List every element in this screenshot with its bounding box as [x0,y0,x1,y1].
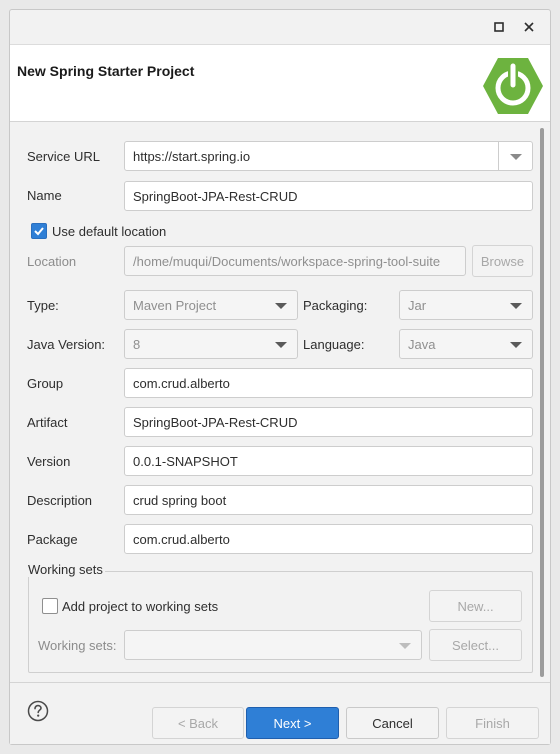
close-button[interactable] [520,18,538,36]
name-field[interactable]: SpringBoot-JPA-Rest-CRUD [124,181,533,211]
dialog-title: New Spring Starter Project [17,63,195,79]
back-button[interactable]: < Back [152,707,244,739]
working-sets-label: Working sets: [38,638,117,653]
working-sets-group-title: Working sets [26,562,105,577]
dialog-header: New Spring Starter Project [10,44,550,122]
combo-separator [498,142,499,170]
chevron-down-icon[interactable] [510,154,522,160]
type-select[interactable]: Maven Project [124,290,298,320]
chevron-down-icon[interactable] [399,643,411,649]
new-working-set-button[interactable]: New... [429,590,522,622]
packaging-value: Jar [408,297,427,313]
packaging-label: Packaging: [303,298,368,313]
chevron-down-icon[interactable] [510,303,522,309]
close-icon [524,22,534,32]
working-sets-select[interactable] [124,630,422,660]
chevron-down-icon[interactable] [275,303,287,309]
location-field[interactable]: /home/muqui/Documents/workspace-spring-t… [124,246,466,276]
checkmark-icon [34,227,44,236]
form-area: Service URL https://start.spring.io Name… [10,122,550,682]
artifact-label: Artifact [27,415,68,430]
service-url-combo[interactable]: https://start.spring.io [124,141,533,171]
version-field[interactable]: 0.0.1-SNAPSHOT [124,446,533,476]
language-value: Java [408,336,436,352]
use-default-location-label: Use default location [52,224,167,239]
language-select[interactable]: Java [399,329,533,359]
service-url-label: Service URL [27,149,100,164]
version-label: Version [27,454,71,469]
add-to-working-sets-label: Add project to working sets [62,599,219,614]
use-default-location-checkbox[interactable] [31,223,47,239]
titlebar [10,10,550,44]
package-label: Package [27,532,78,547]
chevron-down-icon[interactable] [510,342,522,348]
type-value: Maven Project [133,297,217,313]
vertical-scrollbar[interactable] [540,128,544,677]
next-button[interactable]: Next > [246,707,339,739]
browse-button[interactable]: Browse [472,245,533,277]
description-field[interactable]: crud spring boot [124,485,533,515]
service-url-value: https://start.spring.io [133,148,251,164]
java-version-label: Java Version: [27,337,106,352]
finish-button[interactable]: Finish [446,707,539,739]
description-label: Description [27,493,93,508]
group-field[interactable]: com.crud.alberto [124,368,533,398]
maximize-button[interactable] [490,18,508,36]
language-label: Language: [303,337,365,352]
package-field[interactable]: com.crud.alberto [124,524,533,554]
java-version-value: 8 [133,336,141,352]
java-version-select[interactable]: 8 [124,329,298,359]
spring-power-logo-icon [483,58,543,114]
location-label: Location [27,254,77,269]
maximize-icon [494,22,504,32]
dialog-window: New Spring Starter Project Service URL h… [9,9,551,745]
packaging-select[interactable]: Jar [399,290,533,320]
type-label: Type: [27,298,59,313]
artifact-field[interactable]: SpringBoot-JPA-Rest-CRUD [124,407,533,437]
chevron-down-icon[interactable] [275,342,287,348]
button-bar: < Back Next > Cancel Finish [10,682,550,744]
name-label: Name [27,188,62,203]
group-label: Group [27,376,64,391]
select-working-sets-button[interactable]: Select... [429,629,522,661]
cancel-button[interactable]: Cancel [346,707,439,739]
help-icon[interactable] [27,700,49,722]
add-to-working-sets-checkbox[interactable] [42,598,58,614]
